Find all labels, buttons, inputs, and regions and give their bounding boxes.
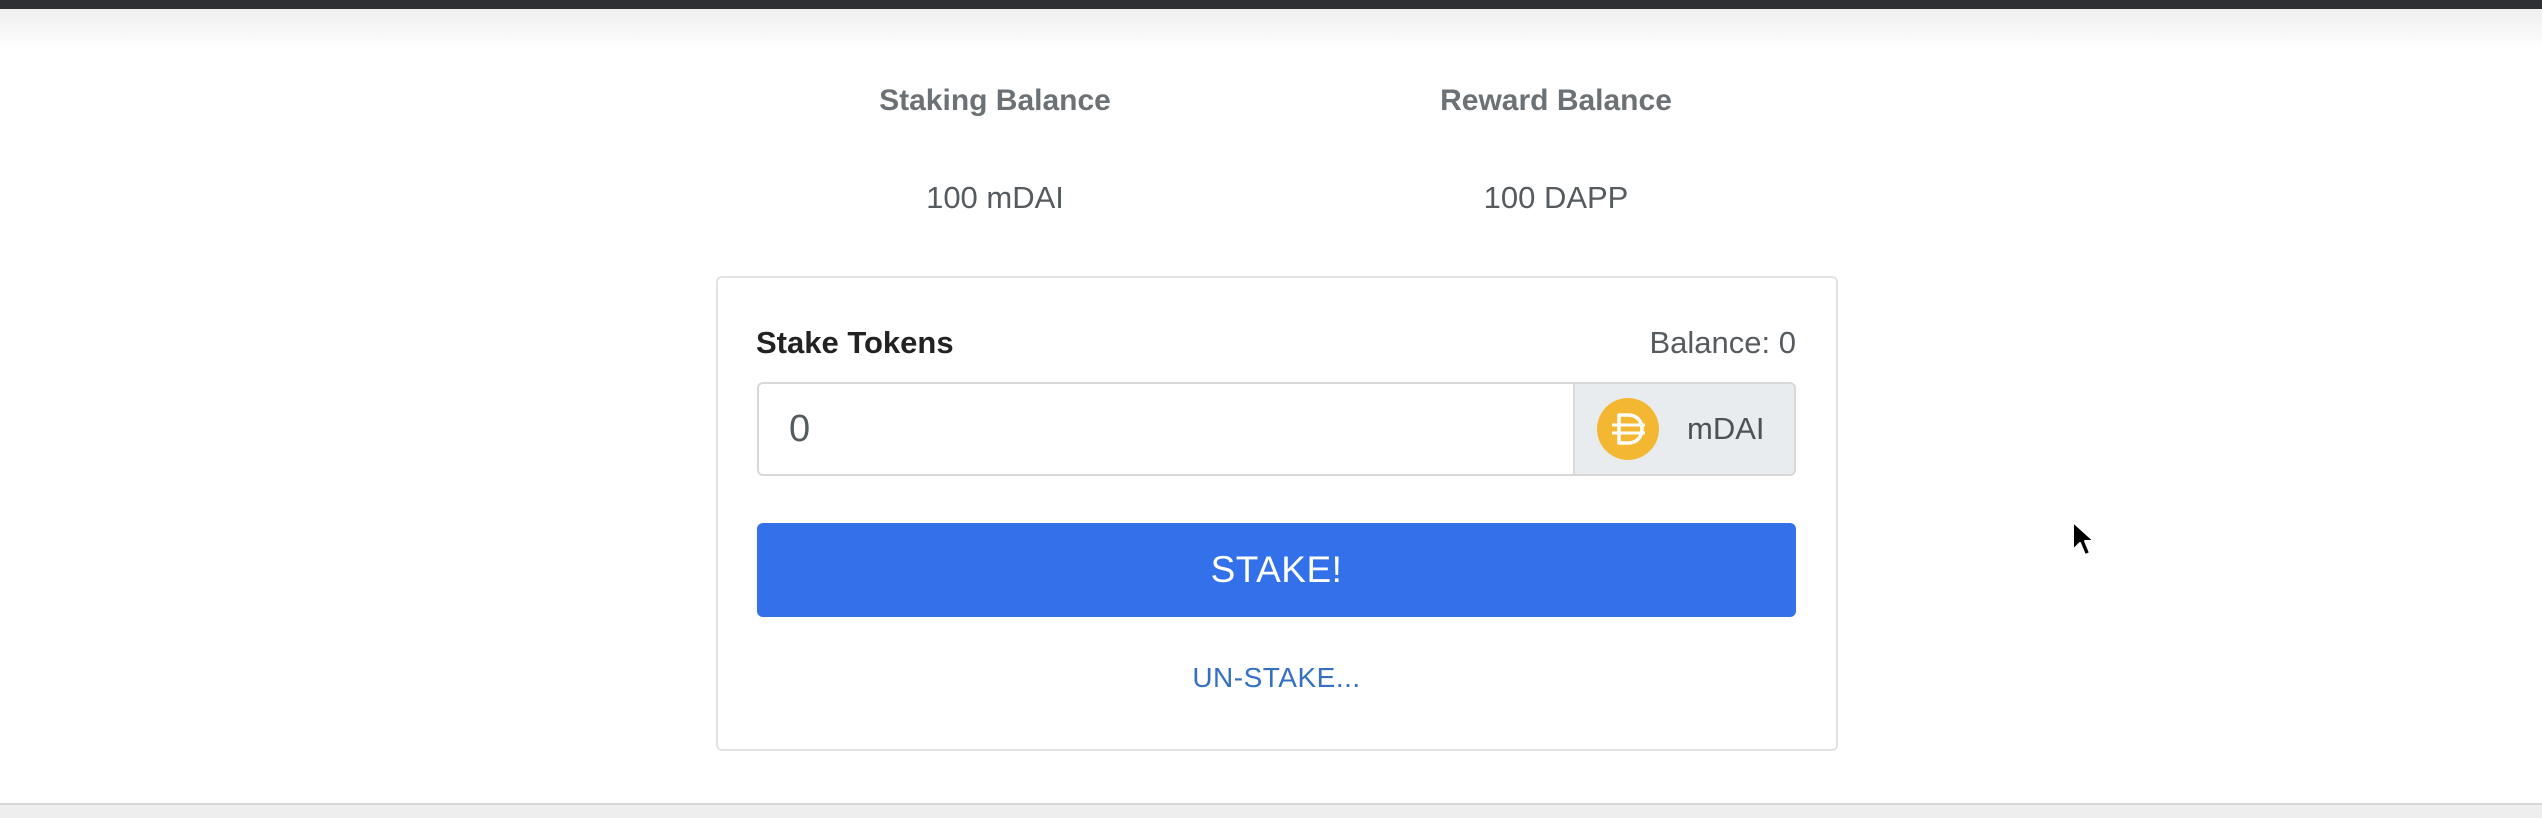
dai-token-icon [1597,398,1659,460]
window-top-bar [0,0,2542,9]
wallet-balance-label: Balance: 0 [1649,325,1797,360]
stake-tokens-title: Stake Tokens [756,325,954,360]
staking-balance-value: 100 mDAI [926,180,1064,215]
footer-band [0,803,2542,818]
stake-button[interactable]: STAKE! [757,523,1796,617]
unstake-link[interactable]: UN-STAKE... [757,662,1796,694]
token-name-label: mDAI [1687,411,1765,446]
token-addon: mDAI [1573,382,1796,476]
staking-balance-header: Staking Balance [879,84,1111,117]
stake-amount-input[interactable] [757,382,1573,476]
mouse-cursor-icon [2072,521,2095,556]
header-shadow [0,9,2542,49]
reward-balance-header: Reward Balance [1440,84,1672,117]
reward-balance-value: 100 DAPP [1483,180,1629,215]
